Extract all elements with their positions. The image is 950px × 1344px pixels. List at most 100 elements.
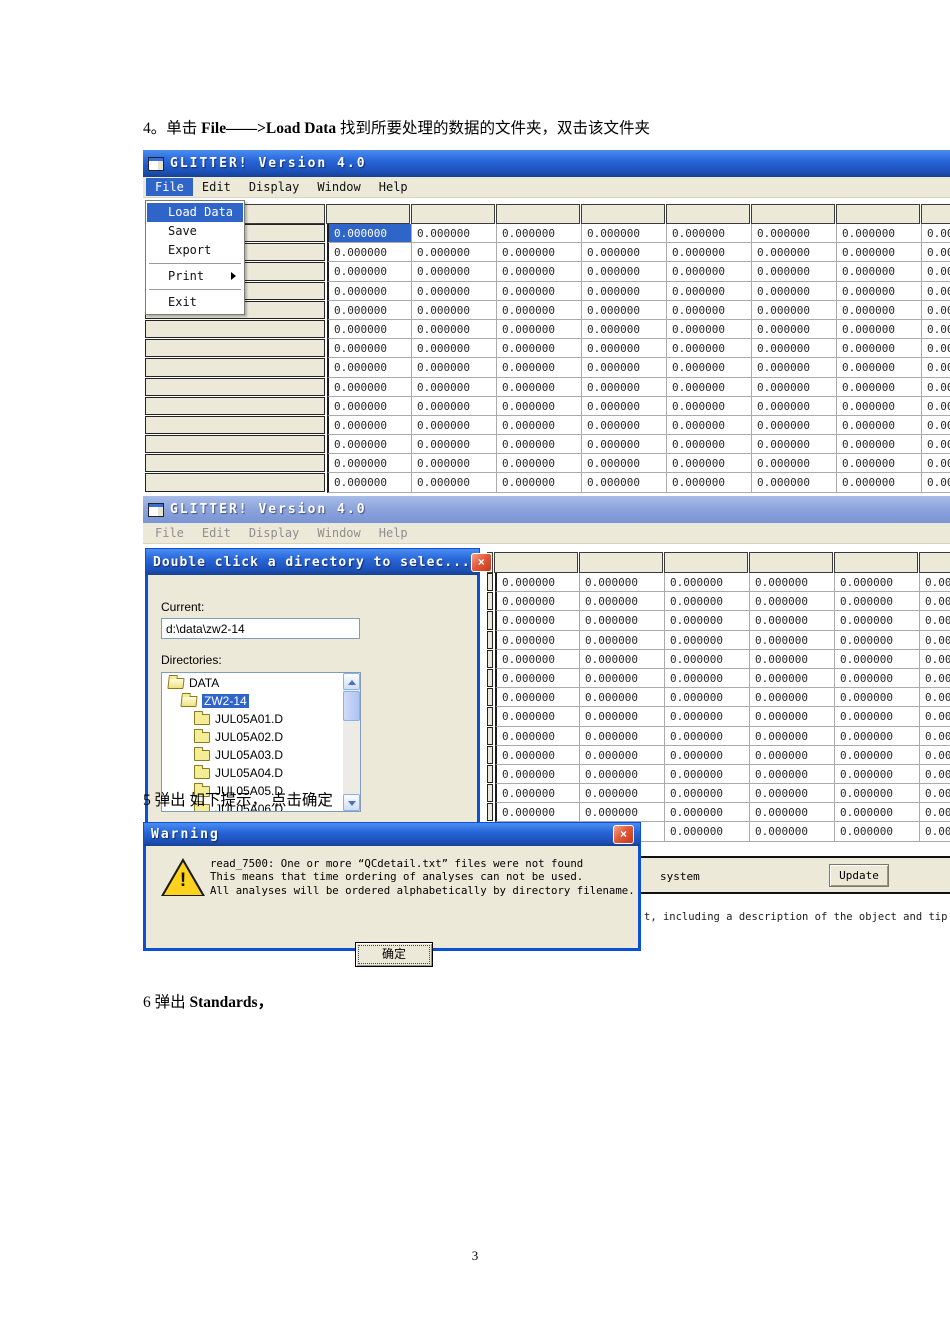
scrollbar[interactable] bbox=[343, 673, 360, 811]
grid-cell[interactable]: 0.000000 bbox=[327, 243, 412, 263]
grid-cell[interactable]: 0.000000 bbox=[752, 415, 837, 436]
grid-cell[interactable]: 0.000000 bbox=[495, 707, 580, 727]
grid-cell[interactable]: 0.000000 bbox=[667, 281, 752, 301]
grid-cell[interactable]: 0.000000 bbox=[665, 784, 750, 804]
grid-cell[interactable]: 0.000000 bbox=[582, 319, 667, 340]
confirm-button[interactable]: 确定 bbox=[355, 942, 433, 967]
grid-cell[interactable]: 0.000000 bbox=[920, 592, 950, 612]
grid-cell[interactable]: 0.000000 bbox=[922, 300, 950, 320]
row-header-cell[interactable] bbox=[145, 377, 325, 396]
grid-cell[interactable]: 0.000000 bbox=[495, 726, 580, 746]
grid-cell[interactable]: 0.000000 bbox=[835, 803, 920, 823]
directory-item-data[interactable]: DATA bbox=[162, 673, 360, 691]
grid-cell[interactable]: 0.000000 bbox=[750, 745, 835, 765]
grid-cell[interactable]: 0.000000 bbox=[665, 592, 750, 612]
grid-cell[interactable]: 0.000000 bbox=[582, 454, 667, 474]
grid-cell[interactable]: 0.000000 bbox=[835, 784, 920, 804]
directory-item-jul05a03.d[interactable]: JUL05A03.D bbox=[162, 745, 360, 763]
grid-cell[interactable]: 0.000000 bbox=[752, 243, 837, 263]
grid-cell[interactable]: 0.000000 bbox=[750, 784, 835, 804]
window1-titlebar[interactable]: GLITTER! Version 4.0 bbox=[143, 150, 950, 177]
grid-cell[interactable]: 0.000000 bbox=[412, 435, 497, 455]
grid-cell[interactable]: 0.000000 bbox=[582, 300, 667, 320]
menu-item-load-data[interactable]: Load Data bbox=[147, 203, 243, 222]
grid-cell[interactable]: 0.000000 bbox=[412, 339, 497, 359]
grid-cell[interactable]: 0.000000 bbox=[412, 300, 497, 320]
column-header-cell[interactable] bbox=[326, 204, 410, 224]
grid-cell[interactable]: 0.000000 bbox=[412, 358, 497, 378]
grid-cell[interactable]: 0.000000 bbox=[497, 300, 582, 320]
menu-item-save[interactable]: Save bbox=[147, 222, 243, 241]
grid-cell[interactable]: 0.000000 bbox=[580, 592, 665, 612]
column-header-cell[interactable] bbox=[666, 204, 750, 224]
grid-cell[interactable]: 0.000000 bbox=[837, 473, 922, 493]
grid-cell[interactable]: 0.000000 bbox=[837, 262, 922, 282]
grid-cell[interactable]: 0.000000 bbox=[495, 630, 580, 650]
grid-cell[interactable]: 0.000000 bbox=[580, 707, 665, 727]
grid-cell[interactable]: 0.000000 bbox=[752, 262, 837, 282]
grid-cell[interactable]: 0.000000 bbox=[837, 339, 922, 359]
grid-cell[interactable]: 0.000000 bbox=[497, 473, 582, 493]
window2-titlebar[interactable]: GLITTER! Version 4.0 bbox=[143, 496, 950, 523]
grid-cell[interactable]: 0.000000 bbox=[667, 319, 752, 340]
grid-cell[interactable]: 0.000000 bbox=[837, 319, 922, 340]
row-header-cell[interactable] bbox=[487, 764, 493, 784]
grid-cell[interactable]: 0.000000 bbox=[412, 224, 497, 244]
row-header-cell[interactable] bbox=[487, 649, 493, 668]
column-header-cell[interactable] bbox=[836, 204, 920, 224]
grid-cell[interactable]: 0.000000 bbox=[582, 243, 667, 263]
grid-cell[interactable]: 0.000000 bbox=[665, 707, 750, 727]
grid-cell[interactable]: 0.000000 bbox=[412, 319, 497, 340]
grid-cell[interactable]: 0.000000 bbox=[837, 300, 922, 320]
grid-cell[interactable]: 0.000000 bbox=[750, 668, 835, 689]
grid-cell[interactable]: 0.000000 bbox=[665, 822, 750, 842]
grid-cell[interactable]: 0.000000 bbox=[495, 649, 580, 669]
grid-cell[interactable]: 0.000000 bbox=[495, 784, 580, 804]
grid-cell[interactable]: 0.000000 bbox=[837, 224, 922, 244]
grid-cell[interactable]: 0.000000 bbox=[582, 473, 667, 493]
grid-cell[interactable]: 0.000000 bbox=[497, 377, 582, 397]
directory-item-zw2-14[interactable]: ZW2-14 bbox=[162, 691, 360, 709]
grid-cell[interactable]: 0.000000 bbox=[582, 339, 667, 359]
grid-cell[interactable]: 0.000000 bbox=[667, 415, 752, 436]
grid-cell[interactable]: 0.000000 bbox=[580, 745, 665, 765]
grid-cell[interactable]: 0.000000 bbox=[752, 339, 837, 359]
grid-cell[interactable]: 0.000000 bbox=[412, 262, 497, 282]
grid-cell[interactable]: 0.000000 bbox=[495, 573, 580, 593]
menubar-item-window[interactable]: Window bbox=[308, 524, 369, 542]
row-header-cell[interactable] bbox=[145, 339, 325, 358]
grid-cell[interactable]: 0.000000 bbox=[750, 649, 835, 669]
grid-cell[interactable]: 0.000000 bbox=[665, 803, 750, 823]
grid-cell[interactable]: 0.000000 bbox=[750, 611, 835, 631]
row-header-cell[interactable] bbox=[145, 415, 325, 435]
grid-cell[interactable]: 0.000000 bbox=[580, 803, 665, 823]
column-header-cell[interactable] bbox=[919, 552, 950, 573]
menubar-item-help[interactable]: Help bbox=[370, 524, 417, 542]
column-header-cell[interactable] bbox=[411, 204, 495, 224]
grid-cell[interactable]: 0.000000 bbox=[497, 358, 582, 378]
row-header-cell[interactable] bbox=[145, 319, 325, 339]
grid-cell[interactable]: 0.000000 bbox=[495, 668, 580, 689]
grid-cell[interactable]: 0.000000 bbox=[497, 319, 582, 340]
grid-cell[interactable]: 0.000000 bbox=[837, 243, 922, 263]
grid-cell[interactable]: 0.000000 bbox=[920, 630, 950, 650]
grid-cell[interactable]: 0.000000 bbox=[667, 435, 752, 455]
grid-cell[interactable]: 0.000000 bbox=[412, 415, 497, 436]
grid-cell[interactable]: 0.000000 bbox=[582, 224, 667, 244]
grid-cell[interactable]: 0.000000 bbox=[582, 281, 667, 301]
grid-cell[interactable]: 0.000000 bbox=[837, 281, 922, 301]
grid-cell[interactable]: 0.000000 bbox=[920, 745, 950, 765]
grid-cell[interactable]: 0.000000 bbox=[922, 396, 950, 416]
grid-cell[interactable]: 0.000000 bbox=[665, 649, 750, 669]
grid-cell[interactable]: 0.000000 bbox=[327, 300, 412, 320]
grid-cell[interactable]: 0.000000 bbox=[750, 707, 835, 727]
menubar-item-display[interactable]: Display bbox=[240, 178, 309, 196]
menubar-item-edit[interactable]: Edit bbox=[193, 524, 240, 542]
grid-cell[interactable]: 0.000000 bbox=[752, 319, 837, 340]
grid-cell[interactable]: 0.000000 bbox=[582, 358, 667, 378]
grid-cell[interactable]: 0.000000 bbox=[752, 224, 837, 244]
grid-cell[interactable]: 0.000000 bbox=[667, 377, 752, 397]
grid-cell[interactable]: 0.000000 bbox=[327, 377, 412, 397]
grid-cell[interactable]: 0.000000 bbox=[497, 243, 582, 263]
column-header-cell[interactable] bbox=[664, 552, 748, 573]
